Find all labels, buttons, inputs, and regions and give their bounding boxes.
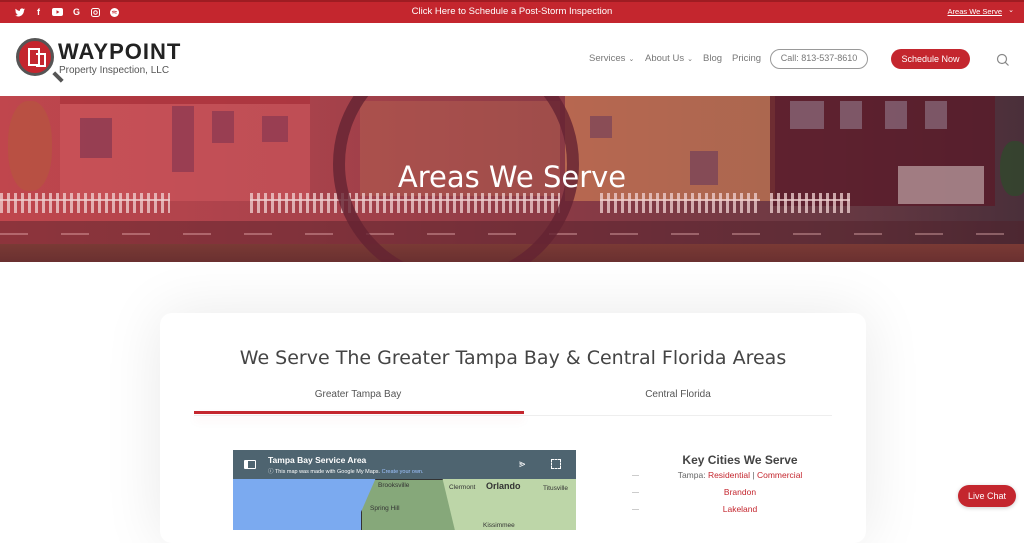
map-label: Orlando bbox=[486, 481, 521, 491]
embedded-map[interactable]: Brooksville Spring Hill Clermont Orlando… bbox=[233, 450, 576, 530]
list-dash bbox=[632, 492, 639, 493]
list-dash bbox=[632, 509, 639, 510]
road-dash bbox=[61, 233, 89, 235]
schedule-now-button[interactable]: Schedule Now bbox=[891, 49, 970, 69]
list-dash bbox=[632, 475, 639, 476]
road-dash bbox=[854, 233, 882, 235]
window bbox=[790, 101, 824, 129]
brandon-link[interactable]: Brandon bbox=[724, 487, 756, 497]
map-header: Tampa Bay Service Area ⓘ This map was ma… bbox=[233, 450, 576, 479]
window bbox=[262, 116, 288, 142]
map-label: Clermont bbox=[449, 484, 476, 491]
info-icon: ⓘ bbox=[268, 469, 275, 475]
map-label: Titusville bbox=[543, 485, 569, 492]
map-title: Tampa Bay Service Area bbox=[268, 455, 367, 465]
areas-we-serve-link[interactable]: Areas We Serve bbox=[948, 7, 1002, 16]
logo-subtitle: Property Inspection, LLC bbox=[59, 65, 170, 76]
separator: | bbox=[752, 470, 755, 480]
road-dash bbox=[915, 233, 943, 235]
map-credit: This map was made with Google My Maps. bbox=[274, 469, 381, 475]
road-dash bbox=[610, 233, 638, 235]
nav-pricing[interactable]: Pricing bbox=[732, 53, 761, 64]
fence bbox=[770, 193, 850, 213]
create-your-own-link[interactable]: Create your own. bbox=[382, 469, 424, 475]
key-cities: Key Cities We Serve Tampa: Residential |… bbox=[630, 453, 850, 518]
live-chat-button[interactable]: Live Chat bbox=[958, 485, 1016, 507]
post-storm-inspection-link[interactable]: Click Here to Schedule a Post-Storm Insp… bbox=[0, 6, 1024, 17]
fence bbox=[600, 193, 760, 213]
nav-blog[interactable]: Blog bbox=[703, 53, 722, 64]
tab-central-florida[interactable]: Central Florida bbox=[514, 389, 842, 400]
fullscreen-icon[interactable] bbox=[551, 459, 561, 469]
section-title: We Serve The Greater Tampa Bay & Central… bbox=[239, 347, 787, 369]
share-icon[interactable]: ⪢ bbox=[519, 458, 525, 471]
road-dash bbox=[122, 233, 150, 235]
hero-banner: Areas We Serve bbox=[0, 96, 1024, 262]
nav-services[interactable]: Services ⌄ bbox=[589, 53, 634, 64]
announcement-bar: f G Click Here to Schedule a Post-Storm … bbox=[0, 0, 1024, 23]
fence bbox=[0, 193, 170, 213]
site-header: WAYPOINT Property Inspection, LLC Servic… bbox=[0, 23, 1024, 96]
road-dash bbox=[671, 233, 699, 235]
key-cities-title: Key Cities We Serve bbox=[682, 453, 798, 467]
map-legend-icon[interactable] bbox=[244, 460, 256, 469]
map-label: Kissimmee bbox=[483, 522, 515, 529]
chevron-down-icon: ⌄ bbox=[687, 56, 693, 63]
tab-greater-tampa-bay[interactable]: Greater Tampa Bay bbox=[194, 389, 522, 400]
road-dash bbox=[976, 233, 1004, 235]
list-item: Lakeland bbox=[630, 501, 850, 518]
road-dash bbox=[0, 233, 28, 235]
nav-about-label: About Us bbox=[645, 53, 685, 64]
road-dash bbox=[244, 233, 272, 235]
chevron-down-icon: ⌄ bbox=[628, 56, 635, 63]
active-tab-indicator bbox=[194, 411, 524, 414]
tampa-commercial-link[interactable]: Commercial bbox=[757, 470, 802, 480]
window bbox=[80, 118, 112, 158]
list-item: Tampa: Residential | Commercial bbox=[630, 467, 850, 484]
call-button[interactable]: Call: 813-537-8610 bbox=[770, 49, 868, 69]
list-item: Brandon bbox=[630, 484, 850, 501]
logo-name: WAYPOINT bbox=[58, 39, 182, 64]
window bbox=[590, 116, 612, 138]
road-dash bbox=[183, 233, 211, 235]
map-subtitle: ⓘ This map was made with Google My Maps.… bbox=[268, 467, 424, 475]
nav-services-label: Services bbox=[589, 53, 626, 64]
lakeland-link[interactable]: Lakeland bbox=[723, 504, 758, 514]
road-dash bbox=[732, 233, 760, 235]
tampa-label: Tampa: bbox=[677, 470, 706, 480]
magnifier-logo-icon bbox=[16, 38, 54, 76]
search-icon[interactable] bbox=[996, 53, 1010, 67]
tampa-residential-link[interactable]: Residential bbox=[708, 470, 750, 480]
chevron-down-icon[interactable]: ⌄ bbox=[1008, 6, 1014, 14]
logo[interactable]: WAYPOINT Property Inspection, LLC bbox=[16, 38, 186, 83]
window bbox=[212, 111, 234, 143]
areas-card: We Serve The Greater Tampa Bay & Central… bbox=[160, 313, 866, 543]
window bbox=[925, 101, 947, 129]
road-dash bbox=[793, 233, 821, 235]
nav-about-us[interactable]: About Us ⌄ bbox=[645, 53, 693, 64]
area-tabs: Greater Tampa Bay Central Florida bbox=[194, 383, 832, 416]
road-dash bbox=[305, 233, 333, 235]
hero-title: Areas We Serve bbox=[397, 160, 627, 194]
window bbox=[840, 101, 862, 129]
map-label: Brooksville bbox=[378, 482, 410, 489]
window bbox=[885, 101, 907, 129]
map-label: Spring Hill bbox=[370, 505, 400, 512]
